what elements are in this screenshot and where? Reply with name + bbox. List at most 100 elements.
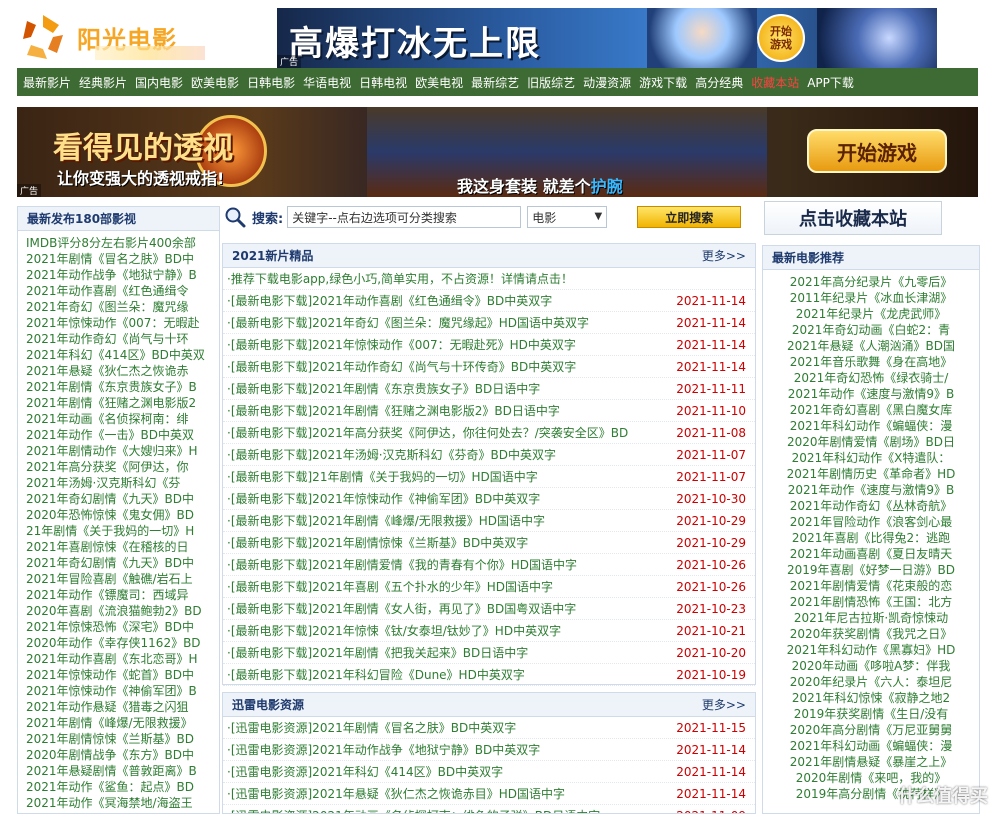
list-item[interactable]: 2020年高分剧情《万尼亚舅舅 — [767, 722, 975, 738]
nav-item[interactable]: 最新影片 — [23, 74, 71, 91]
list-item[interactable]: 2019年获奖剧情《生日/没有 — [767, 706, 975, 722]
list-item[interactable]: 2020年喜剧《流浪猫鲍勃2》BD — [26, 603, 211, 619]
list-item[interactable]: 2021年纪录片《龙虎武师》 — [767, 306, 975, 322]
list-item[interactable]: 2021年奇幻喜剧《黑白魔女库 — [767, 402, 975, 418]
list-item[interactable]: 2021年动画喜剧《夏日友晴天 — [767, 546, 975, 562]
list-item[interactable]: 2021年剧情《峰爆/无限救援》 — [26, 715, 211, 731]
list-item[interactable]: 2021年剧情恐怖《王国：北方 — [767, 594, 975, 610]
list-item[interactable]: 21年剧情《关于我妈的一切》H — [26, 523, 211, 539]
table-row[interactable]: ·[最新电影下载]2021年喜剧《五个扑水的少年》HD国语中字 2021-10-2… — [223, 576, 755, 598]
row-title[interactable]: ·[最新电影下载]2021年汤姆·汉克斯科幻《芬奇》BD中英双字 — [227, 446, 668, 463]
table-row[interactable]: ·[最新电影下载]2021年剧情《把我关起来》BD日语中字 2021-10-20 — [223, 642, 755, 664]
list-item[interactable]: 2021年剧情《冒名之肤》BD中 — [26, 251, 211, 267]
list-item[interactable]: 2021年科幻动作《蝙蝠侠：漫 — [767, 418, 975, 434]
row-title[interactable]: ·[最新电影下载]2021年剧情《峰爆/无限救援》HD国语中字 — [227, 512, 668, 529]
table-row[interactable]: ·[最新电影下载]2021年动作奇幻《尚气与十环传奇》BD中英双字 2021-11… — [223, 356, 755, 378]
site-logo[interactable]: 阳光电影 — [17, 8, 205, 66]
list-item[interactable]: 2021年尼古拉斯·凯奇惊悚动 — [767, 610, 975, 626]
list-item[interactable]: 2021年喜剧《比得兔2：逃跑 — [767, 530, 975, 546]
table-row[interactable]: ·[最新电影下载]2021年剧情《东京贵族女子》BD日语中字 2021-11-11 — [223, 378, 755, 400]
row-title[interactable]: ·[最新电影下载]2021年动作奇幻《尚气与十环传奇》BD中英双字 — [227, 358, 668, 375]
list-item[interactable]: 2020年动画《哆啦A梦：伴我 — [767, 658, 975, 674]
table-row[interactable]: ·[最新电影下载]2021年剧情《女人街，再见了》BD国粤双语中字 2021-10… — [223, 598, 755, 620]
row-title[interactable]: ·[最新电影下载]2021年奇幻《图兰朵：魔咒缘起》HD国语中英双字 — [227, 314, 668, 331]
nav-item[interactable]: 国内电影 — [135, 74, 183, 91]
row-title[interactable]: ·[最新电影下载]2021年剧情《东京贵族女子》BD日语中字 — [227, 380, 668, 397]
list-item[interactable]: 2020年恐怖惊悚《鬼女佣》BD — [26, 507, 211, 523]
table-row[interactable]: ·[最新电影下载]2021年奇幻《图兰朵：魔咒缘起》HD国语中英双字 2021-1… — [223, 312, 755, 334]
list-item[interactable]: 2021年剧情悬疑《暴崖之上》 — [767, 754, 975, 770]
table-row[interactable]: ·[最新电影下载]2021年惊悚动作《007：无暇赴死》HD中英双字 2021-1… — [223, 334, 755, 356]
list-item[interactable]: 2021年剧情爱情《花束般的恋 — [767, 578, 975, 594]
search-category-select[interactable]: 电影 ▼ — [527, 206, 608, 228]
list-item[interactable]: 2021年动作奇幻《丛林奇航》 — [767, 498, 975, 514]
list-item[interactable]: 2021年科幻《414区》BD中英双 — [26, 347, 211, 363]
list-item[interactable]: 2021年动作喜剧《东北恋哥》H — [26, 651, 211, 667]
row-title[interactable]: ·[最新电影下载]2021年剧情《女人街，再见了》BD国粤双语中字 — [227, 600, 668, 617]
row-title[interactable]: ·[最新电影下载]2021年惊悚动作《神偷军团》BD中英双字 — [227, 490, 668, 507]
banner-play-button[interactable]: 开始 游戏 — [757, 14, 805, 62]
list-item[interactable]: 2021年动作《冥海禁地/海盗王 — [26, 795, 211, 811]
list-item[interactable]: 2020年剧情爱情《剧场》BD日 — [767, 434, 975, 450]
list-item[interactable]: 2021年科幻动作《X特遣队： — [767, 450, 975, 466]
list-item[interactable]: 2021年冒险喜剧《触礁/岩石上 — [26, 571, 211, 587]
row-title[interactable]: ·[最新电影下载]2021年剧情惊悚《兰斯基》BD中英双字 — [227, 534, 668, 551]
list-item[interactable]: 2021年惊悚动作《蛇首》BD中 — [26, 667, 211, 683]
list-item[interactable]: 2021年剧情《东京贵族女子》B — [26, 379, 211, 395]
list-item[interactable]: 2021年科幻惊悚《寂静之地2 — [767, 690, 975, 706]
nav-item[interactable]: 动漫资源 — [583, 74, 631, 91]
list-item[interactable]: 2021年高分纪录片《九零后》 — [767, 274, 975, 290]
list-item[interactable]: 2021年动作《镖魔司：西域异 — [26, 587, 211, 603]
list-item[interactable]: 2021年剧情动作《大嫂归来》H — [26, 443, 211, 459]
table-row[interactable]: ·[最新电影下载]2021年科幻冒险《Dune》HD中英双字 2021-10-19 — [223, 664, 755, 686]
table-row[interactable]: ·[最新电影下载]2021年惊悚《钛/女泰坦/钛妙了》HD中英双字 2021-10… — [223, 620, 755, 642]
nav-item[interactable]: 日韩电影 — [247, 74, 295, 91]
table-row[interactable]: ·[最新电影下载]2021年剧情爱情《我的青春有个你》HD国语中字 2021-10… — [223, 554, 755, 576]
row-title[interactable]: ·[最新电影下载]2021年剧情《把我关起来》BD日语中字 — [227, 644, 668, 661]
nav-item[interactable]: 收藏本站 — [751, 74, 799, 91]
list-item[interactable]: 2021年剧情历史《革命者》HD — [767, 466, 975, 482]
row-title[interactable]: ·[迅雷电影资源]2021年剧情《冒名之肤》BD中英双字 — [227, 719, 668, 736]
top-banner-ad[interactable]: 高爆打冰无上限 开始 游戏 广告 — [277, 8, 937, 68]
list-item[interactable]: 2021年科幻动作《黑寡妇》HD — [767, 642, 975, 658]
row-title[interactable]: ·[迅雷电影资源]2021年动画《名侦探柯南：绯色的子弹》BD日语中字 — [227, 807, 668, 813]
row-title[interactable]: ·[最新电影下载]2021年喜剧《五个扑水的少年》HD国语中字 — [227, 578, 668, 595]
table-row[interactable]: ·[迅雷电影资源]2021年动画《名侦探柯南：绯色的子弹》BD日语中字 2021-… — [223, 805, 755, 814]
list-item[interactable]: 2021年剧情惊悚《兰斯基》BD — [26, 731, 211, 747]
list-item[interactable]: 2021年动作《鲨鱼：起点》BD — [26, 779, 211, 795]
nav-item[interactable]: 高分经典 — [695, 74, 743, 91]
list-item[interactable]: 2020年动作《幸存侠1162》BD — [26, 635, 211, 651]
start-game-button[interactable]: 开始游戏 — [807, 129, 947, 173]
list-item[interactable]: 2021年动画《名侦探柯南：绯 — [26, 411, 211, 427]
list-item[interactable]: IMDB评分8分左右影片400余部 — [26, 235, 211, 251]
list-item[interactable]: 2021年奇幻动画《白蛇2：青 — [767, 322, 975, 338]
nav-item[interactable]: APP下载 — [807, 74, 854, 91]
row-title[interactable]: ·[最新电影下载]2021年惊悚《钛/女泰坦/钛妙了》HD中英双字 — [227, 622, 668, 639]
row-title[interactable]: ·[最新电影下载]2021年剧情《狂赌之渊电影版2》BD日语中字 — [227, 402, 668, 419]
list-item[interactable]: 2021年奇幻剧情《九天》BD中 — [26, 555, 211, 571]
list-item[interactable]: 2020年获奖剧情《我咒之日》 — [767, 626, 975, 642]
list-item[interactable]: 2021年惊悚恐怖《深宅》BD中 — [26, 619, 211, 635]
search-submit-button[interactable]: 立即搜索 — [637, 206, 742, 228]
list-item[interactable]: 2021年高分获奖《阿伊达，你 — [26, 459, 211, 475]
search-input[interactable] — [287, 206, 522, 228]
game-banner-ad[interactable]: 看得见的透视 让你变强大的透视戒指! 我这身套装 就差个护腕 开始游戏 广告 — [17, 107, 978, 197]
list-item[interactable]: 2011年纪录片《冰血长津湖》 — [767, 290, 975, 306]
row-title[interactable]: ·[最新电影下载]2021年动作喜剧《红色通缉令》BD中英双字 — [227, 292, 668, 309]
list-item[interactable]: 2020年剧情战争《东方》BD中 — [26, 747, 211, 763]
list-item[interactable]: 2021年奇幻《图兰朵：魔咒缘 — [26, 299, 211, 315]
list-item[interactable]: 2019年喜剧《好梦一日游》BD — [767, 562, 975, 578]
table-row[interactable]: ·[迅雷电影资源]2021年剧情《冒名之肤》BD中英双字 2021-11-15 — [223, 717, 755, 739]
table-row[interactable]: ·[最新电影下载]2021年动作喜剧《红色通缉令》BD中英双字 2021-11-1… — [223, 290, 755, 312]
list-item[interactable]: 2021年剧情《狂赌之渊电影版2 — [26, 395, 211, 411]
list-item[interactable]: 2021年喜剧惊悚《在稽核的日 — [26, 539, 211, 555]
nav-item[interactable]: 日韩电视 — [359, 74, 407, 91]
list-item[interactable]: 2021年动作《速度与激情9》B — [767, 386, 975, 402]
table-row[interactable]: ·[最新电影下载]2021年汤姆·汉克斯科幻《芬奇》BD中英双字 2021-11-… — [223, 444, 755, 466]
list-item[interactable]: 2021年动作战争《地狱宁静》B — [26, 267, 211, 283]
list-item[interactable]: 2021年冒险动作《浪客剑心最 — [767, 514, 975, 530]
list-item[interactable]: 2021年科幻动画《蝙蝠侠：漫 — [767, 738, 975, 754]
nav-item[interactable]: 经典影片 — [79, 74, 127, 91]
list-item[interactable]: 2021年惊悚动作《神偷军团》B — [26, 683, 211, 699]
row-title[interactable]: ·[最新电影下载]21年剧情《关于我妈的一切》HD国语中字 — [227, 468, 668, 485]
